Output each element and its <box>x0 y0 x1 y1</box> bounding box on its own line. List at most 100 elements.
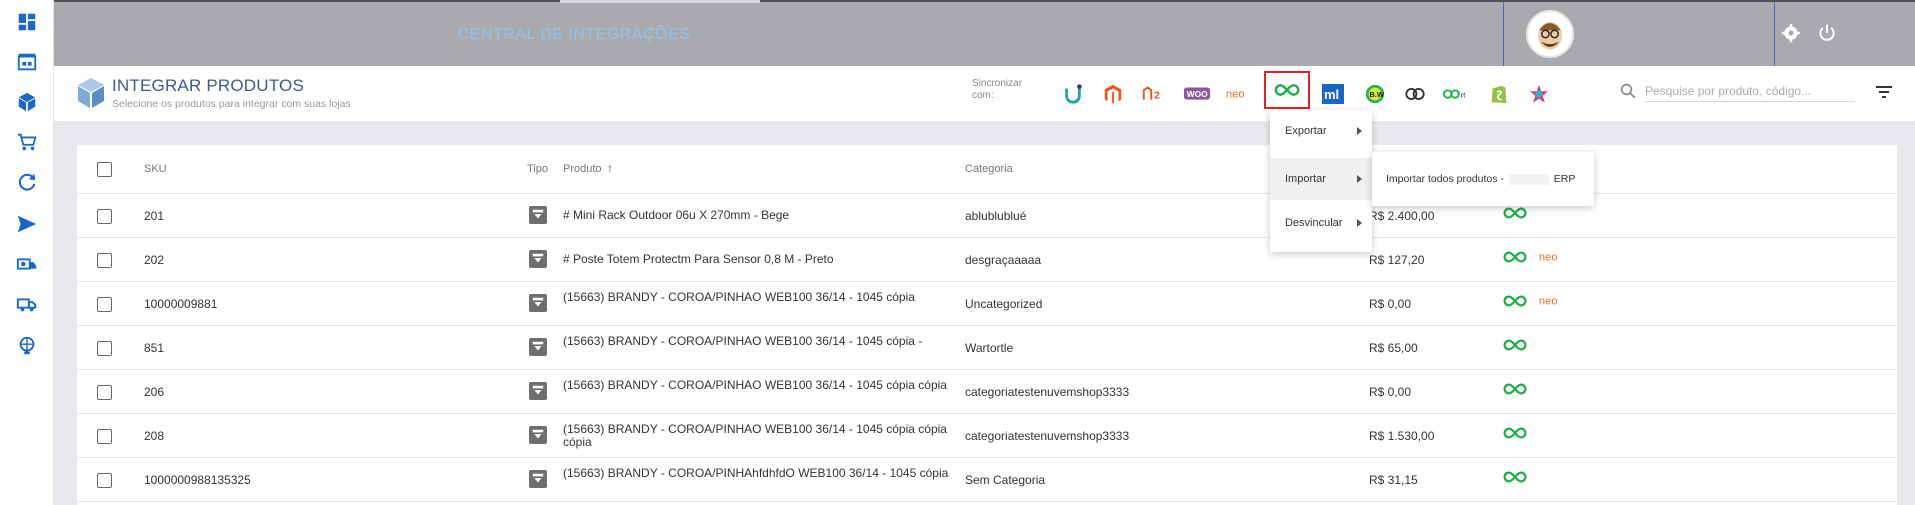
import-all-products-item[interactable]: Importar todos produtos - ERP <box>1386 173 1575 185</box>
table-row[interactable]: 201 # Mini Rack Outdoor 06u X 270mm - Beg… <box>77 194 1897 238</box>
row-price: R$ 0,00 <box>1369 385 1412 399</box>
neo-icon[interactable]: neo <box>1538 250 1566 267</box>
row-integrations: neo <box>1502 294 1566 311</box>
store-icon[interactable] <box>13 48 41 76</box>
sync-icon[interactable] <box>13 168 41 196</box>
bw-icon[interactable]: B.W <box>1360 80 1390 108</box>
row-checkbox[interactable] <box>97 385 112 400</box>
row-product-name[interactable]: (15663) BRANDY - COROA/PINHAO WEB100 36/… <box>563 423 953 449</box>
truck-icon[interactable] <box>13 290 41 318</box>
table-row[interactable]: 208 (15663) BRANDY - COROA/PINHAO WEB100 … <box>77 414 1897 458</box>
user-area <box>1503 2 1775 66</box>
power-icon[interactable] <box>1817 23 1837 43</box>
send-icon[interactable] <box>13 210 41 238</box>
row-checkbox[interactable] <box>97 341 112 356</box>
infinity-icon[interactable] <box>1264 71 1310 109</box>
svg-text:2: 2 <box>1154 91 1160 102</box>
row-integrations: neo <box>1502 250 1566 267</box>
row-checkbox[interactable] <box>97 209 112 224</box>
product-type-icon <box>529 338 547 356</box>
infinity-icon[interactable] <box>1502 206 1528 223</box>
table-row[interactable]: 206 (15663) BRANDY - COROA/PINHAO WEB100 … <box>77 370 1897 414</box>
svg-text:B.W: B.W <box>1370 90 1384 99</box>
table-row[interactable]: 1000000988135325 (15663) BRANDY - COROA/P… <box>77 458 1897 502</box>
svg-text:neo: neo <box>1226 89 1245 101</box>
table-row[interactable]: 851 (15663) BRANDY - COROA/PINHAO WEB100 … <box>77 326 1897 370</box>
caret-right-icon <box>1357 175 1362 183</box>
woocommerce-icon[interactable]: WOO <box>1182 80 1212 108</box>
header-title: CENTRAL DE INTEGRAÇÕES <box>457 26 691 43</box>
dashboard-icon[interactable] <box>13 8 41 36</box>
row-category: Sem Categoria <box>965 473 1046 487</box>
row-product-name[interactable]: (15663) BRANDY - COROA/PINHAhfdhfdO WEB1… <box>563 467 953 480</box>
shopify-icon[interactable] <box>1484 80 1514 108</box>
row-sku: 1000000988135325 <box>144 473 251 487</box>
menu-item-label: Desvincular <box>1285 217 1343 229</box>
row-product-name[interactable]: (15663) BRANDY - COROA/PINHAO WEB100 36/… <box>563 291 953 304</box>
avatar[interactable] <box>1526 10 1574 58</box>
submenu-label-prefix: Importar todos produtos - <box>1386 173 1504 185</box>
product-box-icon[interactable] <box>13 88 41 116</box>
product-type-icon <box>529 206 547 224</box>
menu-item-label: Importar <box>1285 173 1326 185</box>
row-integrations <box>1502 382 1528 399</box>
infinity-icon[interactable] <box>1502 470 1528 487</box>
filter-icon[interactable] <box>1874 82 1894 102</box>
magento2-icon[interactable]: 2 <box>1140 80 1170 108</box>
neo-icon[interactable]: neo <box>1538 294 1566 311</box>
infinity-icon[interactable] <box>1502 382 1528 399</box>
select-all-checkbox[interactable] <box>97 162 112 177</box>
link-icon[interactable] <box>1400 80 1430 108</box>
svg-text:rt: rt <box>1461 91 1466 100</box>
star-icon[interactable] <box>1524 80 1554 108</box>
row-checkbox[interactable] <box>97 429 112 444</box>
row-checkbox[interactable] <box>97 473 112 488</box>
shipping-settings-icon[interactable] <box>13 250 41 278</box>
page-title: INTEGRAR PRODUTOS <box>112 76 304 95</box>
mercadolivre-icon[interactable]: ml <box>1318 80 1348 108</box>
page-header: INTEGRAR PRODUTOS Selecione os produtos … <box>54 66 1915 121</box>
header-categoria[interactable]: Categoria <box>965 163 1013 175</box>
infinity-icon[interactable] <box>1502 426 1528 443</box>
gear-icon[interactable] <box>1781 23 1801 43</box>
menu-item-exportar[interactable]: Exportar <box>1270 110 1372 152</box>
sort-arrow-icon[interactable]: ↑ <box>607 161 613 175</box>
header-sku[interactable]: SKU <box>144 163 167 175</box>
row-price: R$ 65,00 <box>1369 341 1418 355</box>
row-product-name[interactable]: # Mini Rack Outdoor 06u X 270mm - Bege <box>563 209 953 222</box>
row-checkbox[interactable] <box>97 253 112 268</box>
product-type-icon <box>529 250 547 268</box>
row-category: categoriatestenuvemshop3333 <box>965 385 1130 399</box>
caret-right-icon <box>1357 219 1362 227</box>
neo-icon[interactable]: neo <box>1224 80 1254 108</box>
sync-label: Sincronizar com: <box>972 78 1023 101</box>
magento-icon[interactable] <box>1098 80 1128 108</box>
menu-item-importar[interactable]: Importar <box>1270 158 1372 200</box>
top-tab-indicator <box>560 0 760 3</box>
search-icon[interactable] <box>1619 82 1637 100</box>
row-checkbox[interactable] <box>97 297 112 312</box>
cart-icon[interactable] <box>13 128 41 156</box>
row-integrations <box>1502 470 1528 487</box>
header-produto[interactable]: Produto <box>563 163 602 175</box>
redacted-name <box>1508 173 1549 185</box>
row-product-name[interactable]: # Poste Totem Protectm Para Sensor 0,8 M… <box>563 253 953 266</box>
header-tipo[interactable]: Tipo <box>527 163 548 175</box>
globe-icon[interactable] <box>13 332 41 360</box>
infinity-icon[interactable] <box>1502 294 1528 311</box>
row-price: R$ 0,00 <box>1369 297 1412 311</box>
row-category: categoriatestenuvemshop3333 <box>965 429 1130 443</box>
table-row[interactable]: 202 # Poste Totem Protectm Para Sensor 0,… <box>77 238 1897 282</box>
oon-icon[interactable]: rt <box>1442 80 1472 108</box>
row-product-name[interactable]: (15663) BRANDY - COROA/PINHAO WEB100 36/… <box>563 379 953 392</box>
row-category: ablublublué <box>965 209 1027 223</box>
table-row[interactable]: 10000009881 (15663) BRANDY - COROA/PINHAO… <box>77 282 1897 326</box>
row-price: R$ 2.400,00 <box>1369 209 1435 223</box>
uappi-icon[interactable] <box>1058 80 1088 108</box>
package-icon <box>76 76 106 110</box>
search-input[interactable] <box>1645 80 1855 102</box>
infinity-icon[interactable] <box>1502 250 1528 267</box>
menu-item-desvincular[interactable]: Desvincular <box>1270 202 1372 244</box>
infinity-icon[interactable] <box>1502 338 1528 355</box>
row-product-name[interactable]: (15663) BRANDY - COROA/PINHAO WEB100 36/… <box>563 335 953 348</box>
